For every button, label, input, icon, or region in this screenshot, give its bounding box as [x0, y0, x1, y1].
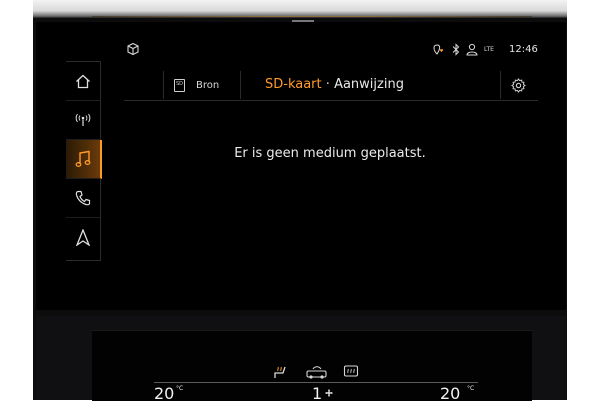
radio-icon	[75, 113, 91, 126]
source-label: Bron	[196, 79, 220, 91]
page-title: SD-kaart · Aanwijzing	[265, 77, 404, 92]
location-heart-icon	[433, 43, 443, 55]
recirculation-icon[interactable]	[306, 364, 328, 380]
pull-down-handle[interactable]	[292, 20, 314, 22]
status-divider	[92, 16, 532, 17]
rear-defrost-icon[interactable]	[343, 364, 359, 380]
network-type: LTE	[484, 45, 494, 53]
phone-icon	[75, 190, 91, 206]
sidebar-item-home[interactable]	[66, 62, 100, 101]
seat-heat-icon[interactable]	[272, 364, 288, 380]
title-source: SD-kaart	[265, 77, 322, 92]
sidebar-item-media[interactable]	[66, 140, 102, 179]
bluetooth-icon	[452, 42, 460, 56]
fan-icon[interactable]	[324, 388, 334, 398]
sd-card-icon: SD	[174, 78, 185, 92]
clock: 12:46	[509, 44, 538, 55]
sidebar-item-phone[interactable]	[66, 179, 100, 218]
music-note-icon	[75, 150, 91, 167]
title-section: Aanwijzing	[334, 77, 404, 92]
main-screen	[36, 22, 566, 310]
gear-icon[interactable]	[511, 78, 526, 93]
home-icon	[76, 74, 90, 88]
settings-divider	[500, 71, 501, 99]
climate-divider	[154, 382, 478, 383]
title-separator: ·	[325, 77, 330, 92]
source-button[interactable]: SD Bron	[163, 71, 241, 99]
navigation-arrow-icon	[76, 228, 90, 246]
sidebar-item-navigation[interactable]	[66, 218, 100, 256]
sidebar-item-radio[interactable]	[66, 101, 100, 140]
sidebar	[66, 61, 102, 261]
user-icon	[466, 43, 478, 55]
cube-icon[interactable]	[126, 42, 140, 56]
right-temperature-unit: °C	[467, 385, 475, 392]
left-temperature-unit: °C	[176, 385, 184, 392]
empty-media-message: Er is geen medium geplaatst.	[234, 146, 426, 161]
status-icons: LTE	[432, 42, 494, 56]
